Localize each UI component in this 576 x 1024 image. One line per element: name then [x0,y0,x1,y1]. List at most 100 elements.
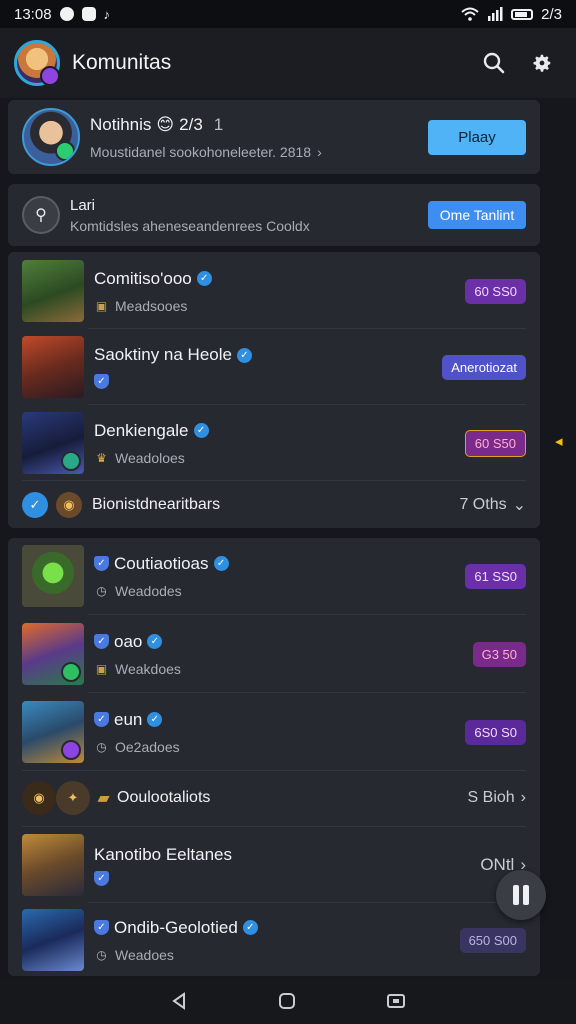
community-title: eun [114,709,143,729]
smile-emoji-icon: 😊 [156,114,175,134]
pause-icon-bar [523,885,529,905]
divider [88,692,526,693]
section-header[interactable]: ✓ ◉ Bionistdnearitbars 7 Oths ⌄ [8,482,540,528]
verified-icon: ✓ [213,556,229,571]
divider [22,480,526,481]
profile-rank: 1 [213,114,224,134]
community-thumbnail [22,336,84,398]
verified-icon: ✓ [236,347,252,363]
points-badge: G3 50 [472,641,526,667]
play-button[interactable]: Plaay [428,119,526,155]
community-title: oao [114,631,143,651]
app-notification-icon [81,7,96,21]
system-nav-bar [0,978,576,1024]
divider [22,826,526,827]
community-title: Ondib-Geolotied [114,917,238,937]
community-thumbnail [22,260,84,322]
divider [88,902,526,903]
divider [88,328,526,329]
community-list-2: ✓ Coutiaotioas ✓ ◷ Weadodes 61 SS0 ✓ oao ✓ ▣ W… [8,538,540,976]
profile-subtitle: Moustidanel sookohoneleeter. 2818 [90,143,312,160]
shield-icon: ✓ [94,634,109,649]
list-item[interactable]: Denkiengale ✓ ♛ Weadoloes 60 S50 [8,408,540,478]
status-battery-text: 2/3 [541,5,562,23]
points-badge: 650 S00 [459,927,526,953]
game-badge-icon [61,740,81,760]
back-icon[interactable] [169,991,189,1011]
community-thumbnail [22,412,84,474]
shield-icon: ✓ [94,870,109,886]
points-badge: 60 SS0 [465,278,526,304]
user-avatar[interactable] [14,40,60,86]
list-item[interactable]: ✓ Coutiaotioas ✓ ◷ Weadodes 61 SS0 [8,540,540,612]
lab-action-button[interactable]: Ome Tanlint [428,201,526,229]
page-title: Komunitas [72,51,172,74]
community-title: Comitiso'ooo [94,268,192,288]
status-bar: 13:08 ♪ 2/3 [0,0,576,28]
home-icon[interactable] [277,991,297,1011]
list-item[interactable]: ✓ eun ✓ ◷ Oe2adoes 6S0 S0 [8,696,540,768]
community-sub: Meadsooes [115,297,188,314]
verified-icon: ✓ [193,423,209,438]
shield-icon: ✓ [94,556,109,571]
pause-icon [513,885,519,905]
community-list-1: Comitiso'ooo ✓ ▣ Meadsooes 60 SS0 Saoktiny… [8,252,540,528]
search-icon [483,52,505,74]
divider [22,770,526,771]
online-dot [55,141,75,161]
box-icon: ▰ [97,790,110,807]
pause-button[interactable] [496,870,546,920]
list-item[interactable]: Saoktiny na Heole ✓ ✓ Anerotiozat [8,332,540,402]
signal-icon [488,7,503,21]
lab-subtitle: Komtidsles aheneseandenrees Cooldx [70,217,310,234]
profile-card: Notihnis 😊 2/3 1 Moustidanel sookohonele… [8,100,540,174]
clock-icon: ◷ [96,583,107,598]
verified-icon: ✓ [242,920,258,935]
chevron-right-icon: › [317,143,322,160]
community-thumbnail [22,701,84,763]
points-badge: 6S0 S0 [465,719,526,745]
profile-avatar[interactable] [22,108,80,166]
section-header[interactable]: ◉ ✦ ▰ Ooulootaliots S Bioh › [8,772,540,824]
section-count: S Bioh [467,789,515,806]
chevron-right-icon: › [520,789,526,806]
divider [88,614,526,615]
points-badge: 60 S50 [464,429,526,457]
clock-icon: ◷ [96,739,107,754]
list-item[interactable]: ✓ oao ✓ ▣ Weakdoes G3 50 [8,618,540,690]
community-title: Kanotibo Eeltanes [94,844,232,864]
chevron-down-icon: ⌄ [512,497,526,514]
search-button[interactable] [474,43,514,83]
verified-icon: ✓ [147,634,163,649]
notification-icon [59,7,74,21]
verified-icon: ✓ [196,271,212,286]
settings-button[interactable] [522,43,562,83]
chest-icon: ▣ [95,298,108,313]
community-sub: Weadodes [115,582,182,599]
points-badge: 61 SS0 [465,563,526,589]
shield-icon: ✓ [94,374,109,389]
divider [88,404,526,405]
wifi-icon [461,7,479,21]
game-badge-icon [61,662,81,682]
list-item[interactable]: Kanotibo Eeltanes ✓ ONtl › [8,830,540,900]
community-sub: Weadoloes [115,449,185,466]
shield-icon: ✓ [94,712,109,727]
community-sub: Weadoes [115,946,174,963]
section-label: Bionistdnearitbars [92,496,221,513]
community-title: Denkiengale [94,420,189,440]
join-button[interactable]: Anerotiozat [442,354,526,380]
arrow-marker-icon: ◂ [555,433,563,450]
community-title: Saoktiny na Heole [94,345,232,364]
community-thumbnail [22,909,84,971]
community-thumbnail [22,834,84,896]
list-item[interactable]: ✓ Ondib-Geolotied ✓ ◷ Weadoes 650 S00 [8,906,540,974]
medal-icon: ◉ [56,492,82,518]
recent-apps-icon[interactable] [385,991,407,1011]
gear-icon [533,54,551,72]
list-item[interactable]: Comitiso'ooo ✓ ▣ Meadsooes 60 SS0 [8,256,540,326]
section-count: ONtl [480,855,515,874]
game-badge-icon [61,451,81,471]
lab-icon: ⚲ [22,196,60,234]
section-count: 7 Oths [459,496,507,513]
